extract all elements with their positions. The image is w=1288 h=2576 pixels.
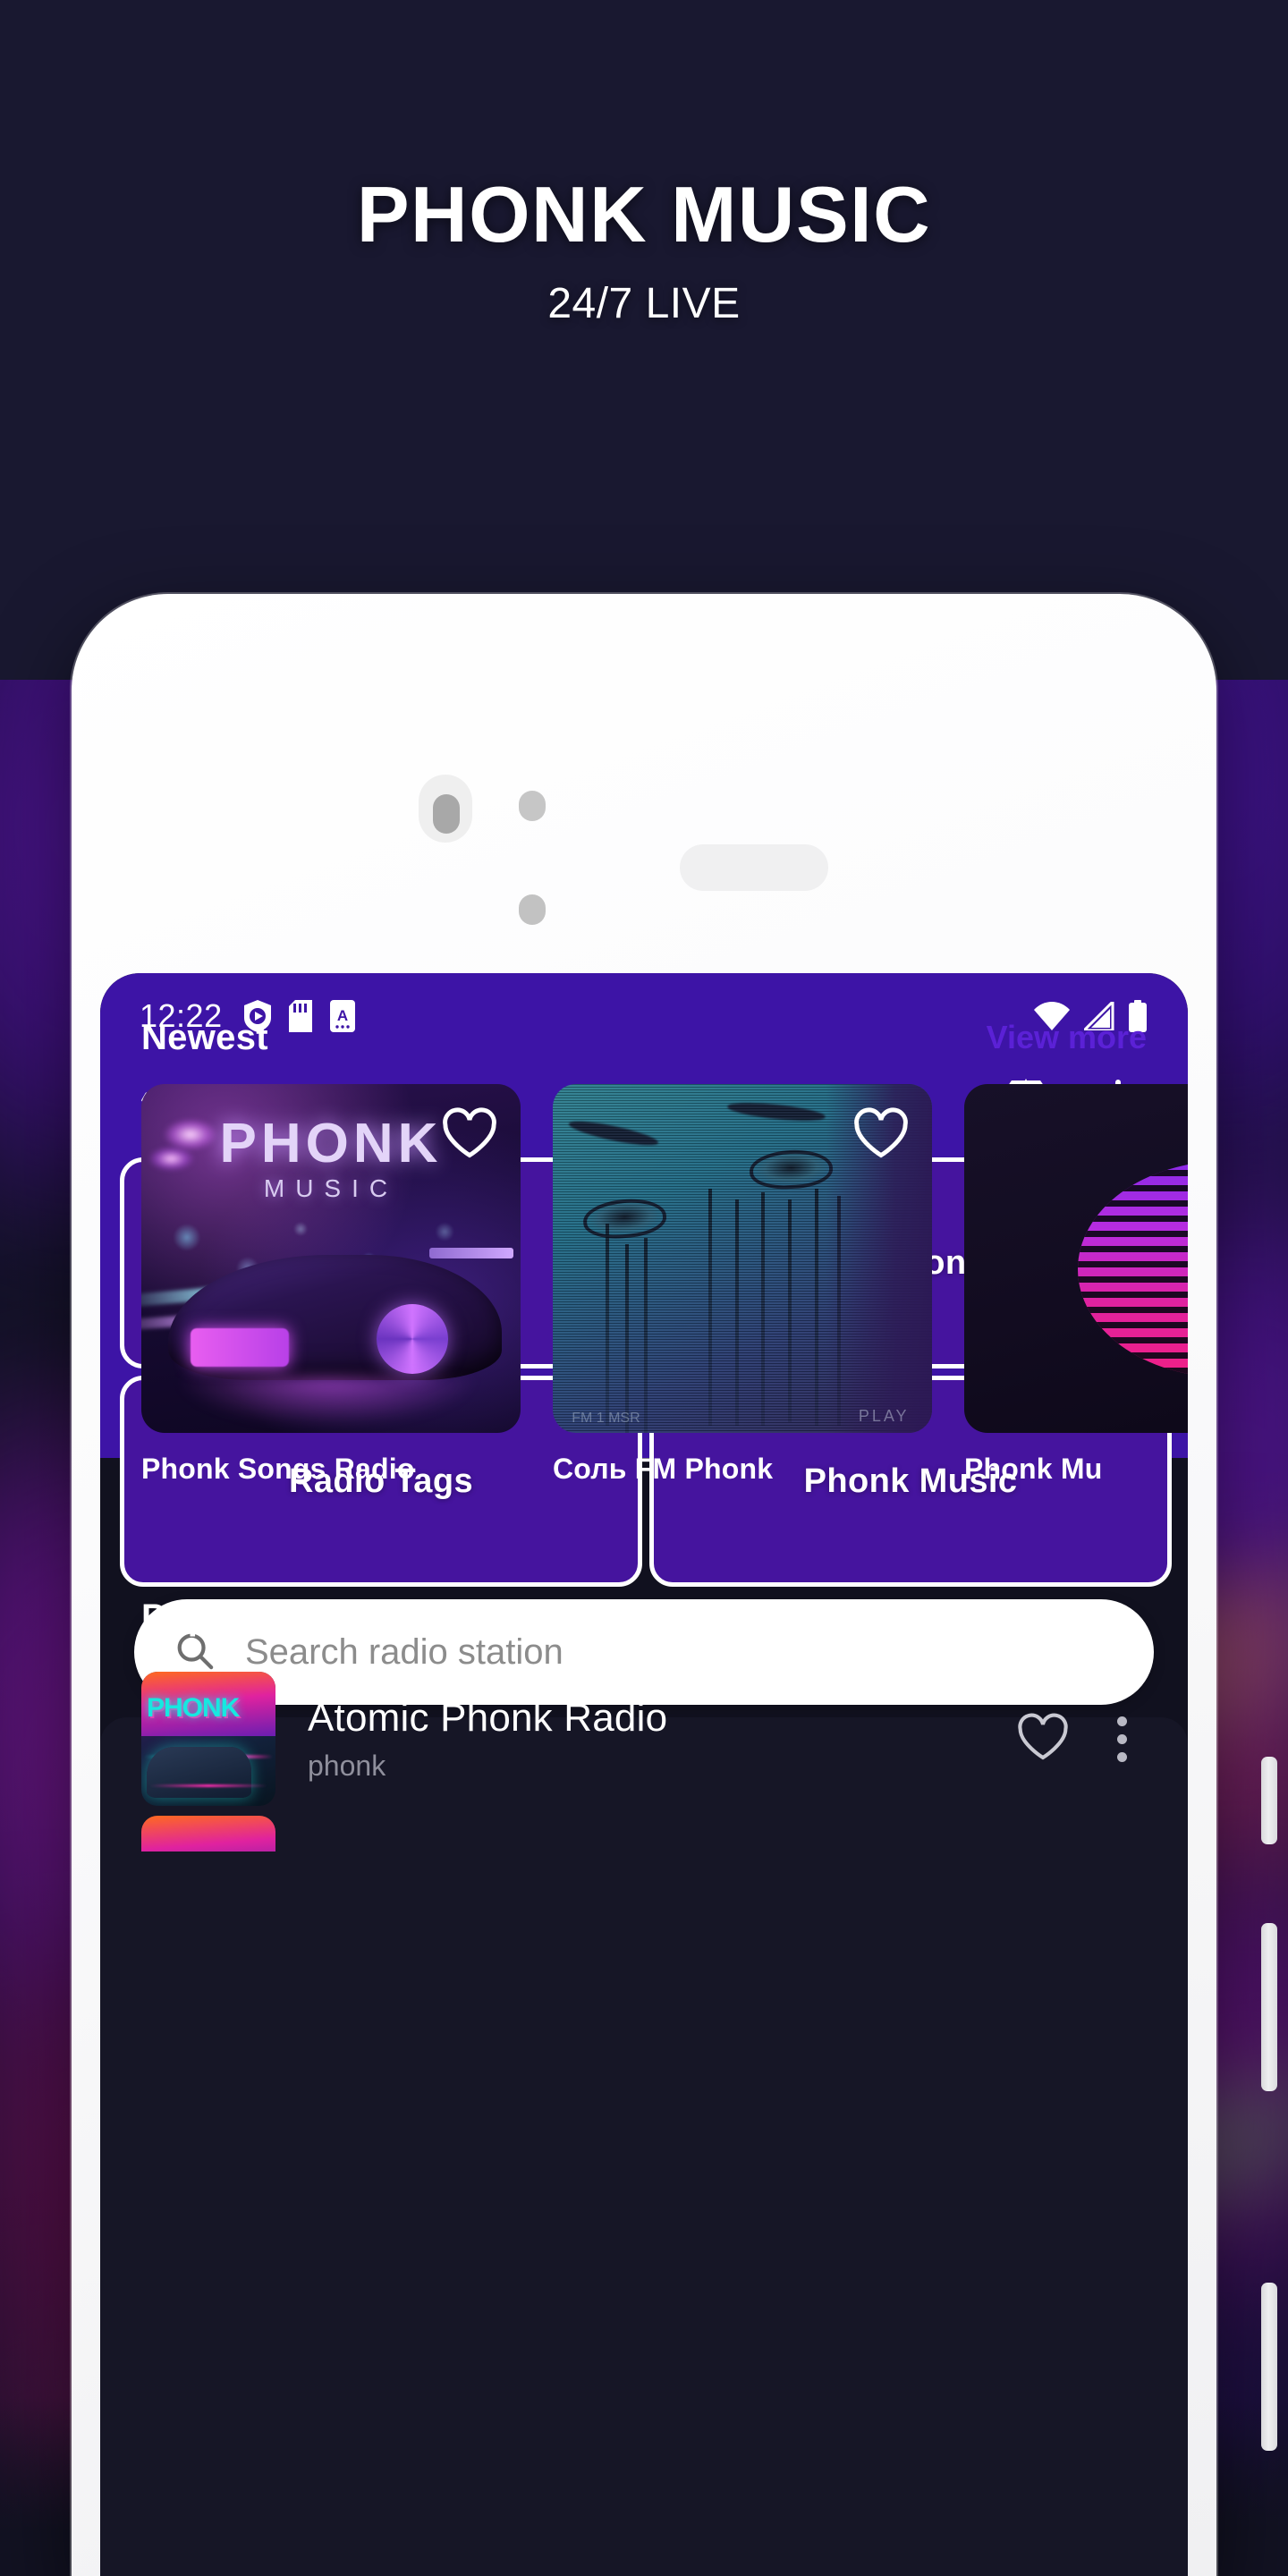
thumbnail-car xyxy=(147,1747,251,1798)
front-camera-icon xyxy=(419,775,472,843)
station-artwork-neon-car: PHONK MUSIC xyxy=(141,1084,521,1433)
station-card-name: Соль FM Phonk xyxy=(553,1453,774,1485)
station-artwork-glitch-eyes: FM 1 MSR PLAY xyxy=(553,1084,932,1433)
station-thumbnail xyxy=(141,1816,275,1852)
favorite-heart-icon[interactable] xyxy=(442,1107,497,1164)
station-card[interactable]: PHONK MUSIC Phonk Songs Radio xyxy=(141,1084,521,1504)
artwork-car-spoiler xyxy=(429,1248,513,1258)
artwork-sun-stripes xyxy=(1078,1160,1188,1377)
station-card[interactable]: FM 1 MSR PLAY Соль FM Phonk xyxy=(553,1084,932,1504)
thumbnail-logo-text: PHONK xyxy=(147,1693,240,1723)
popular-title: Popular stations xyxy=(141,1597,427,1637)
phone-power-button xyxy=(1261,2283,1277,2451)
kebab-menu-icon[interactable] xyxy=(1105,1707,1140,1771)
list-item-actions xyxy=(1017,1707,1147,1771)
favorite-heart-icon[interactable] xyxy=(1017,1713,1069,1766)
list-item[interactable]: PHONK Atomic Phonk Radio phonk xyxy=(141,1662,1147,1816)
newest-view-more-link[interactable]: View more xyxy=(987,1019,1147,1056)
newest-title: Newest xyxy=(141,1017,268,1057)
station-tag: phonk xyxy=(308,1749,386,1782)
station-card-name: Phonk Songs Radio xyxy=(141,1453,415,1485)
hero-title: PHONK MUSIC xyxy=(356,170,932,258)
newest-carousel[interactable]: PHONK MUSIC Phonk Songs Radio FM 1 MSR P… xyxy=(141,1084,1188,1504)
hero-section: PHONK MUSIC 24/7 LIVE xyxy=(0,0,1288,328)
phone-volume-up-button xyxy=(1261,1757,1277,1844)
artwork-car-grille xyxy=(191,1328,290,1367)
station-name: Atomic Phonk Radio xyxy=(308,1695,668,1740)
station-artwork-synthwave-sun xyxy=(964,1084,1188,1433)
artwork-logo-subtext: MUSIC xyxy=(263,1174,399,1203)
artwork-corner-text: FM 1 MSR xyxy=(572,1410,640,1426)
station-card[interactable]: Phonk Mu xyxy=(964,1084,1188,1504)
earpiece-speaker-icon xyxy=(680,844,828,891)
thumbnail-sky xyxy=(141,1816,275,1852)
artwork-car-wheel xyxy=(376,1303,449,1374)
app-screen: 12:22 A Songs Radio Tags Phonk Music Sea… xyxy=(100,973,1188,2576)
phone-mockup: 12:22 A Songs Radio Tags Phonk Music Sea… xyxy=(72,594,1277,2576)
thumbnail-neon-line xyxy=(149,1784,267,1787)
station-thumbnail: PHONK xyxy=(141,1672,275,1806)
artwork-play-label: PLAY xyxy=(858,1407,910,1426)
favorite-heart-icon[interactable] xyxy=(853,1107,909,1164)
popular-stations-list: PHONK Atomic Phonk Radio phonk xyxy=(141,1662,1147,1852)
newest-section-header: Newest View more xyxy=(141,1011,1147,1064)
artwork-reflection xyxy=(179,1377,476,1427)
list-item-text: Atomic Phonk Radio phonk xyxy=(308,1696,1017,1783)
phone-volume-down-button xyxy=(1261,1923,1277,2091)
popular-section-header: Popular stations xyxy=(141,1590,1147,1644)
hero-subtitle: 24/7 LIVE xyxy=(547,280,741,327)
station-card-name: Phonk Mu xyxy=(964,1453,1103,1485)
list-item-partial[interactable] xyxy=(141,1816,1147,1852)
sensor-dot-icon xyxy=(519,894,546,925)
sensor-dot-icon xyxy=(519,791,546,821)
